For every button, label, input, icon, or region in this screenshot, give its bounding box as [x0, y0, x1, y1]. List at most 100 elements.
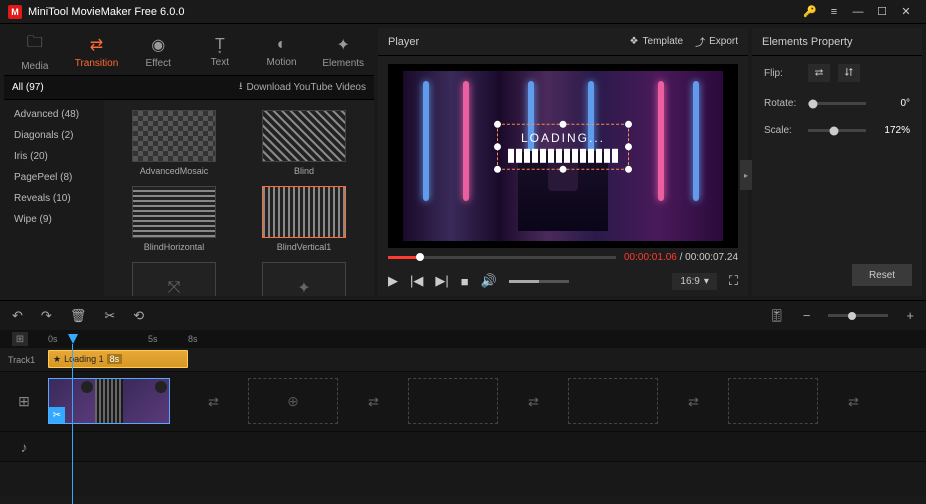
template-button[interactable]: ❖Template [630, 36, 684, 47]
rotate-slider[interactable] [808, 102, 866, 105]
stop-button[interactable]: ■ [461, 274, 469, 289]
elements-icon: ✦ [336, 35, 349, 55]
prev-button[interactable]: |◀ [410, 273, 423, 289]
sidebar-item-reveals[interactable]: Reveals (10) [4, 188, 104, 209]
swap-button[interactable]: ⇄ [208, 394, 219, 410]
element-clip[interactable]: ★ Loading 1 8s [48, 350, 188, 368]
swap-button[interactable]: ⇄ [848, 394, 859, 410]
resize-handle[interactable] [625, 121, 632, 128]
track1-label: Track1 [0, 355, 48, 365]
resize-handle[interactable] [494, 143, 501, 150]
scrub-slider[interactable] [388, 256, 616, 259]
playhead-line [72, 344, 73, 504]
video-preview[interactable]: LOADING... [388, 64, 738, 248]
template-icon: ❖ [630, 36, 639, 47]
sidebar-item-diagonals[interactable]: Diagonals (2) [4, 125, 104, 146]
tab-effect[interactable]: ◉Effect [127, 28, 189, 75]
resize-handle[interactable] [625, 143, 632, 150]
resize-handle[interactable] [560, 121, 567, 128]
player-label: Player [388, 36, 618, 48]
export-icon: ⤴ [695, 34, 705, 49]
zoom-out-button[interactable]: − [803, 308, 811, 323]
star-icon: ★ [53, 354, 61, 365]
redo-button[interactable]: ↷ [41, 308, 52, 324]
text-icon: T͙ [215, 36, 225, 54]
export-button[interactable]: ⤴Export [695, 34, 738, 49]
category-all[interactable]: All (97) [12, 82, 44, 93]
dropzone[interactable]: ⊕ [248, 378, 338, 424]
minimize-button[interactable]: — [846, 2, 870, 22]
tab-media[interactable]: 🗀Media [4, 28, 66, 75]
resize-handle[interactable] [494, 121, 501, 128]
next-button[interactable]: ▶| [435, 273, 448, 289]
download-icon: ⭳ [239, 79, 243, 96]
tab-transition[interactable]: ⇄Transition [66, 28, 128, 75]
folder-icon: 🗀 [27, 31, 43, 58]
reset-button[interactable]: Reset [852, 264, 912, 286]
transition-thumb-advancedmosaic[interactable] [132, 110, 216, 162]
delete-button[interactable]: 🗑 [70, 308, 87, 324]
audio-track-icon: ♪ [0, 439, 48, 455]
timeline-ruler[interactable]: ⊞ 0s 5s 8s [0, 330, 926, 348]
transition-thumb-extra2[interactable]: ✦ [262, 262, 346, 296]
zoom-in-button[interactable]: + [906, 308, 914, 323]
scale-slider[interactable] [808, 129, 866, 132]
aspect-dropdown[interactable]: 16:9▾ [672, 273, 717, 290]
resize-handle[interactable] [560, 166, 567, 173]
undo-button[interactable]: ↶ [12, 308, 23, 324]
effect-icon: ◉ [151, 35, 165, 55]
scale-value: 172% [874, 125, 910, 136]
resize-handle[interactable] [494, 166, 501, 173]
close-button[interactable]: ✕ [894, 2, 918, 22]
fullscreen-button[interactable]: ⛶ [729, 273, 738, 289]
play-button[interactable]: ▶ [388, 273, 398, 289]
props-title: Elements Property [752, 28, 922, 56]
app-title: MiniTool MovieMaker Free 6.0.0 [28, 6, 798, 18]
tab-text[interactable]: T͙Text [189, 28, 251, 75]
motion-icon: ◐ [277, 36, 287, 54]
video-clip-group[interactable]: ✂ [48, 378, 170, 424]
transition-thumb-blindvertical1[interactable] [262, 186, 346, 238]
dropzone[interactable] [728, 378, 818, 424]
collapse-panel-button[interactable]: ▸ [740, 160, 752, 190]
dropzone[interactable] [568, 378, 658, 424]
add-track-button[interactable]: ⊞ [12, 332, 28, 346]
zoom-slider[interactable] [828, 314, 888, 317]
sidebar-item-iris[interactable]: Iris (20) [4, 146, 104, 167]
tab-elements[interactable]: ✦Elements [312, 28, 374, 75]
audio-icon[interactable]: 🎚 [768, 308, 785, 324]
transition-icon: ⇄ [90, 35, 103, 55]
split-button[interactable]: ✂ [104, 308, 115, 324]
swap-button[interactable]: ⇄ [688, 394, 699, 410]
tab-motion[interactable]: ◐Motion [251, 28, 313, 75]
transition-segment[interactable] [95, 379, 123, 423]
dropzone[interactable] [408, 378, 498, 424]
video-clip-2[interactable] [123, 379, 169, 423]
swap-button[interactable]: ⇄ [528, 394, 539, 410]
sidebar-item-wipe[interactable]: Wipe (9) [4, 209, 104, 230]
swap-button[interactable]: ⇄ [368, 394, 379, 410]
transition-thumb-blind[interactable] [262, 110, 346, 162]
key-icon[interactable]: 🔑 [798, 2, 822, 22]
flip-horizontal-button[interactable]: ⮂ [808, 64, 830, 82]
resize-handle[interactable] [625, 166, 632, 173]
volume-slider[interactable] [509, 280, 569, 283]
transition-thumb-blindhorizontal[interactable] [132, 186, 216, 238]
volume-icon[interactable]: 🔊 [481, 273, 497, 289]
menu-icon[interactable]: ≡ [822, 2, 846, 22]
sidebar-item-pagepeel[interactable]: PagePeel (8) [4, 167, 104, 188]
loading-bar-icon [508, 149, 618, 163]
sidebar-item-advanced[interactable]: Advanced (48) [4, 104, 104, 125]
crop-button[interactable]: ⟲ [133, 308, 144, 324]
download-youtube-link[interactable]: ⭳Download YouTube Videos [239, 79, 366, 96]
transition-thumb-extra1[interactable]: ⤧ [132, 262, 216, 296]
flip-vertical-button[interactable]: ⮃ [838, 64, 860, 82]
app-logo-icon: M [8, 5, 22, 19]
maximize-button[interactable]: ☐ [870, 2, 894, 22]
video-track-icon: ⊞ [0, 393, 48, 410]
playhead[interactable] [68, 334, 78, 344]
timecode: 00:00:01.06 / 00:00:07.24 [624, 252, 738, 263]
add-icon: ⊕ [287, 393, 299, 410]
loading-element[interactable]: LOADING... [497, 124, 629, 170]
chevron-down-icon: ▾ [704, 276, 709, 287]
